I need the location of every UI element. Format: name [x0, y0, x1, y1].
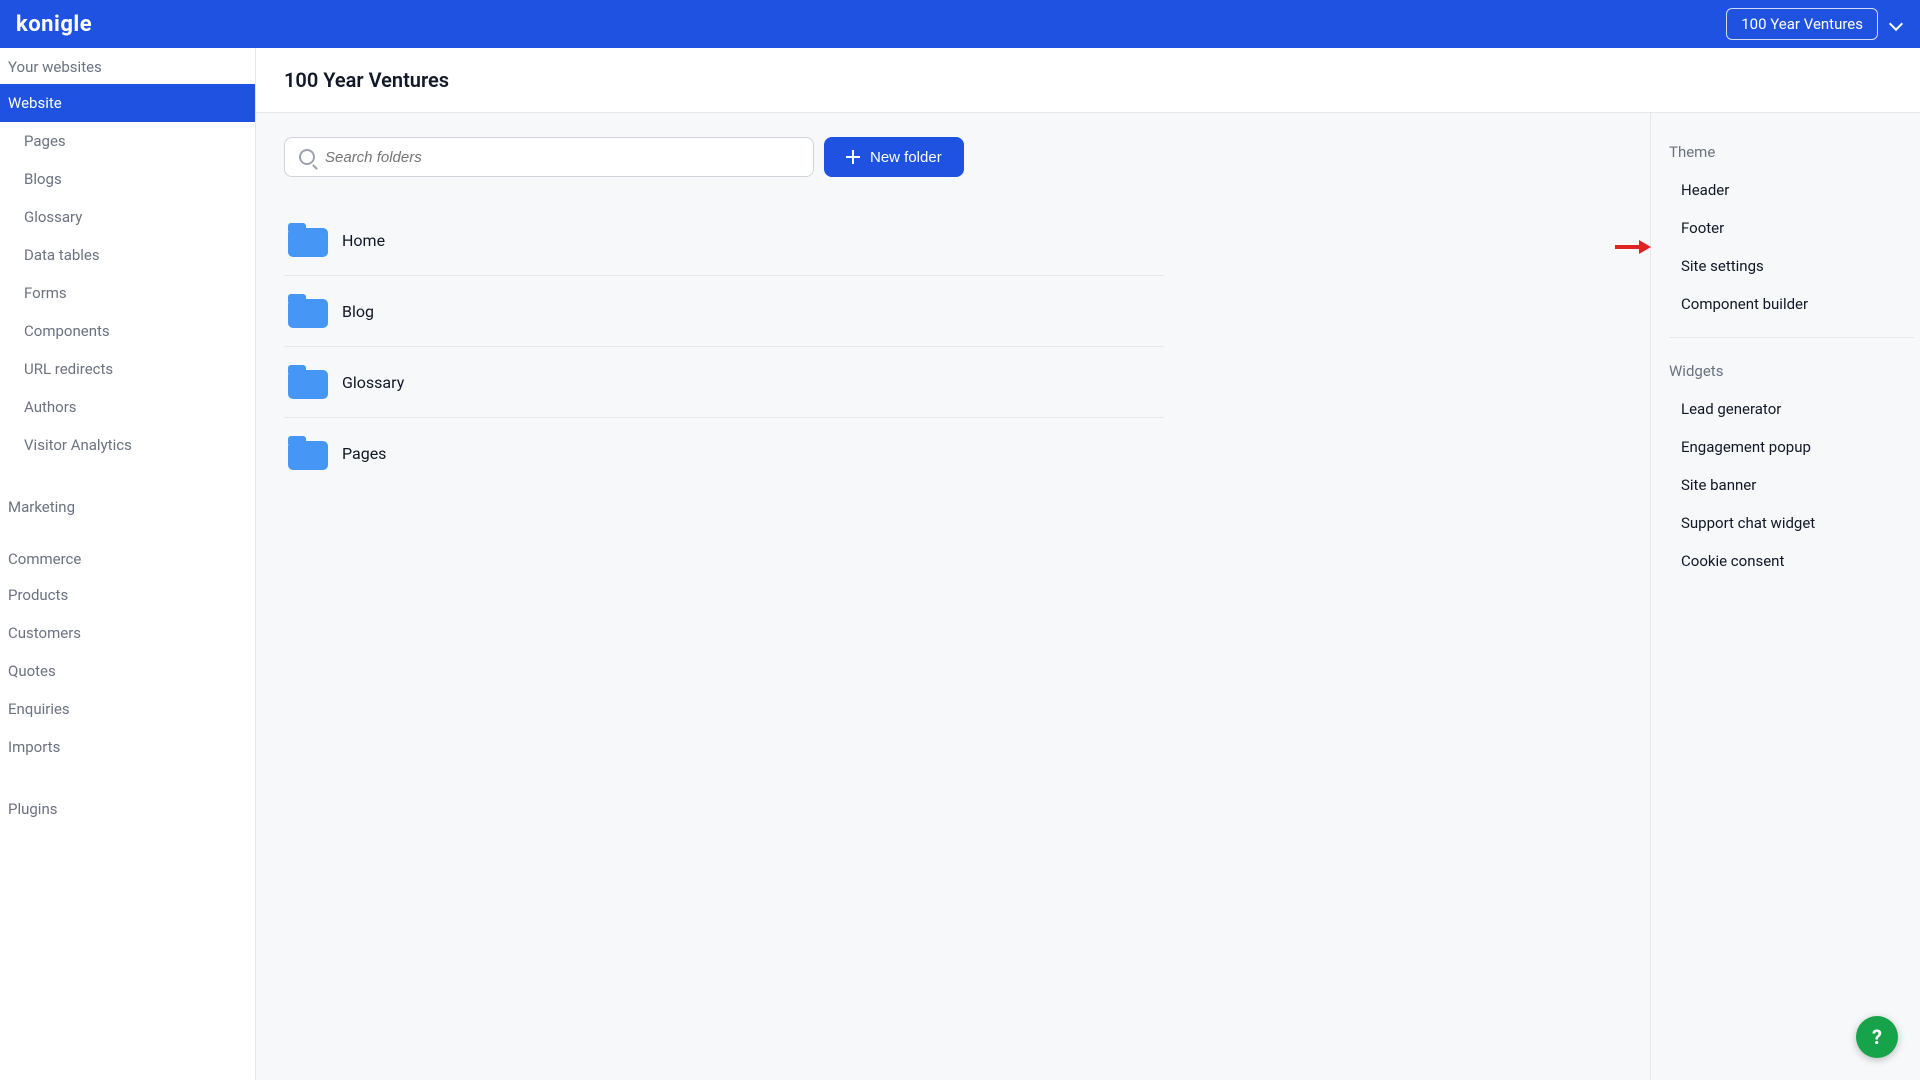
sidebar-section-commerce: Commerce [0, 540, 255, 576]
right-panel-item-site-settings[interactable]: Site settings [1669, 247, 1914, 285]
sidebar-item-label: Authors [24, 398, 77, 416]
divider [1669, 337, 1914, 338]
sidebar-item-authors[interactable]: Authors [0, 388, 255, 426]
sidebar-item-marketing[interactable]: Marketing [0, 488, 255, 526]
page-title: 100 Year Ventures [256, 48, 1920, 113]
right-panel-item-label: Lead generator [1681, 400, 1781, 418]
folder-name: Home [342, 231, 385, 250]
sidebar-item-customers[interactable]: Customers [0, 614, 255, 652]
right-panel-item-label: Cookie consent [1681, 552, 1784, 570]
right-panel-item-component-builder[interactable]: Component builder [1669, 285, 1914, 323]
sidebar-item-label: Glossary [24, 208, 82, 226]
sidebar-item-data-tables[interactable]: Data tables [0, 236, 255, 274]
right-panel-item-site-banner[interactable]: Site banner [1669, 466, 1914, 504]
toolbar: New folder [284, 137, 1622, 177]
sidebar-item-label: URL redirects [24, 360, 113, 378]
sidebar-item-visitor-analytics[interactable]: Visitor Analytics [0, 426, 255, 464]
sidebar-item-label: Imports [8, 738, 60, 756]
sidebar-item-label: Marketing [8, 498, 75, 516]
content-col: New folder Home Blog Glossary [256, 113, 1650, 1080]
folder-list: Home Blog Glossary Pages [284, 205, 1164, 488]
sidebar-item-label: Forms [24, 284, 67, 302]
right-panel-item-footer[interactable]: Footer [1669, 209, 1914, 247]
sidebar-item-label: Enquiries [8, 700, 70, 718]
right-panel-item-cookie-consent[interactable]: Cookie consent [1669, 542, 1914, 580]
sidebar-item-glossary[interactable]: Glossary [0, 198, 255, 236]
sidebar-item-website[interactable]: Website [0, 84, 255, 122]
workspace-selector[interactable]: 100 Year Ventures [1726, 8, 1878, 40]
sidebar-item-label: Components [24, 322, 110, 340]
search-wrap[interactable] [284, 137, 814, 177]
right-panel-item-label: Footer [1681, 219, 1724, 237]
sidebar-item-forms[interactable]: Forms [0, 274, 255, 312]
topbar-right: 100 Year Ventures [1726, 8, 1904, 40]
right-panel-item-label: Site settings [1681, 257, 1764, 275]
brand-name: konigle [16, 12, 92, 37]
right-panel-heading-widgets: Widgets [1669, 356, 1914, 390]
search-input[interactable] [325, 149, 799, 166]
sidebar-item-enquiries[interactable]: Enquiries [0, 690, 255, 728]
folder-name: Glossary [342, 373, 404, 392]
sidebar-item-label: Products [8, 586, 68, 604]
sidebar-item-blogs[interactable]: Blogs [0, 160, 255, 198]
plus-icon [846, 150, 860, 164]
right-panel-item-label: Engagement popup [1681, 438, 1811, 456]
sidebar-item-label: Customers [8, 624, 81, 642]
right-panel-heading-theme: Theme [1669, 137, 1914, 171]
sidebar-section-your-websites: Your websites [0, 48, 255, 84]
workspace-label: 100 Year Ventures [1741, 15, 1863, 33]
folder-icon [288, 436, 328, 470]
folder-name: Pages [342, 444, 386, 463]
new-folder-label: New folder [870, 149, 942, 166]
folder-row[interactable]: Blog [284, 276, 1164, 347]
chevron-down-icon[interactable] [1888, 16, 1904, 32]
brand-logo[interactable]: konigle [16, 12, 92, 37]
folder-name: Blog [342, 302, 374, 321]
main: 100 Year Ventures New folder [256, 48, 1920, 1080]
sidebar-item-quotes[interactable]: Quotes [0, 652, 255, 690]
folder-row[interactable]: Glossary [284, 347, 1164, 418]
topbar: konigle 100 Year Ventures [0, 0, 1920, 48]
sidebar-item-label: Plugins [8, 800, 57, 818]
right-panel-item-label: Support chat widget [1681, 514, 1815, 532]
sidebar-item-label: Blogs [24, 170, 62, 188]
help-fab[interactable]: ? [1856, 1016, 1898, 1058]
folder-icon [288, 365, 328, 399]
right-panel-item-lead-generator[interactable]: Lead generator [1669, 390, 1914, 428]
right-panel-item-engagement-popup[interactable]: Engagement popup [1669, 428, 1914, 466]
right-panel: Theme Header Footer Site settings Compon… [1650, 113, 1920, 1080]
sidebar-item-label: Website [8, 94, 62, 112]
folder-icon [288, 294, 328, 328]
sidebar-item-label: Data tables [24, 246, 100, 264]
sidebar-item-label: Pages [24, 132, 66, 150]
search-icon [299, 149, 315, 165]
sidebar-item-url-redirects[interactable]: URL redirects [0, 350, 255, 388]
sidebar: Your websites Website Pages Blogs Glossa… [0, 48, 256, 1080]
folder-icon [288, 223, 328, 257]
folder-row[interactable]: Pages [284, 418, 1164, 488]
sidebar-item-label: Quotes [8, 662, 56, 680]
sidebar-item-label: Visitor Analytics [24, 436, 132, 454]
sidebar-item-imports[interactable]: Imports [0, 728, 255, 766]
right-panel-item-label: Component builder [1681, 295, 1808, 313]
folder-row[interactable]: Home [284, 205, 1164, 276]
right-panel-item-support-chat-widget[interactable]: Support chat widget [1669, 504, 1914, 542]
sidebar-item-plugins[interactable]: Plugins [0, 790, 255, 828]
right-panel-item-label: Header [1681, 181, 1729, 199]
new-folder-button[interactable]: New folder [824, 137, 964, 177]
sidebar-item-pages[interactable]: Pages [0, 122, 255, 160]
help-icon: ? [1872, 1025, 1882, 1049]
right-panel-item-label: Site banner [1681, 476, 1756, 494]
right-panel-item-header[interactable]: Header [1669, 171, 1914, 209]
sidebar-item-components[interactable]: Components [0, 312, 255, 350]
sidebar-item-products[interactable]: Products [0, 576, 255, 614]
